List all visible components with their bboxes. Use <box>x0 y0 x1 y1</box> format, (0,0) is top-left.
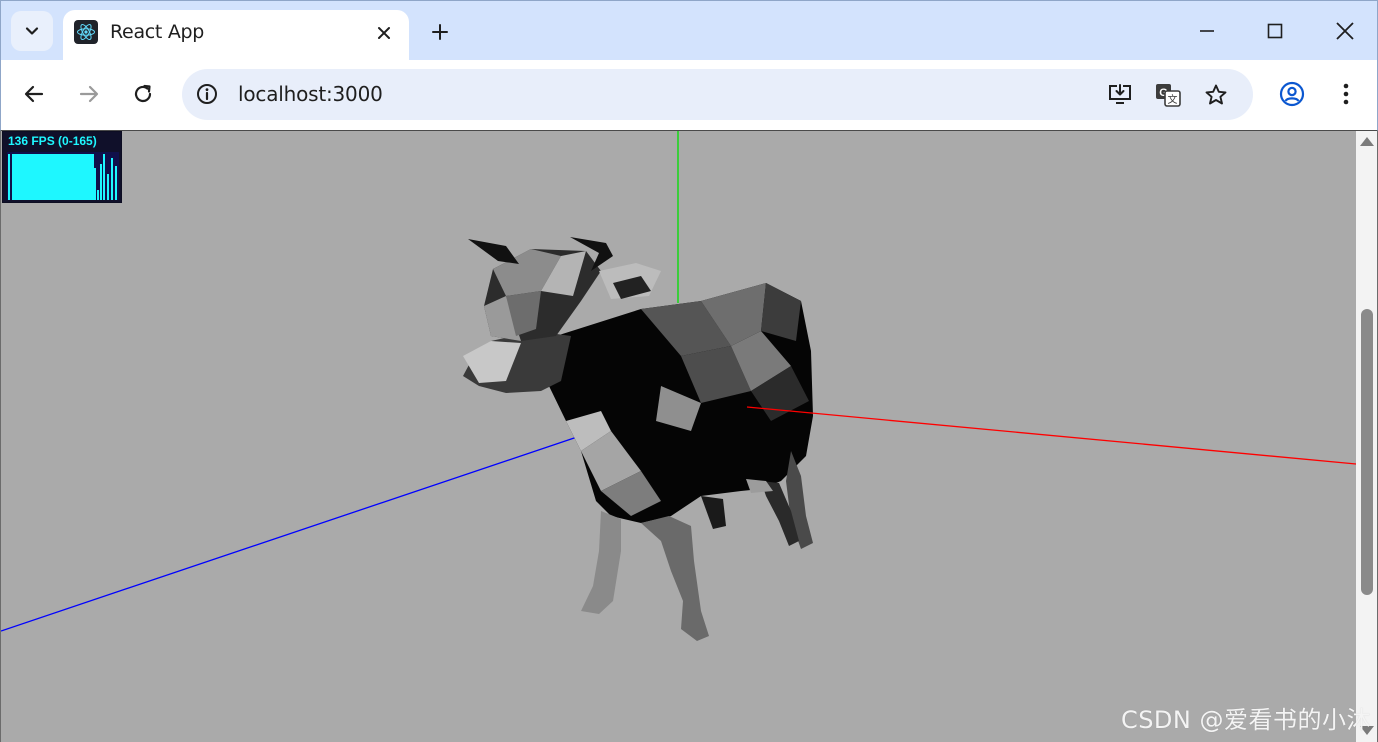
vertical-scrollbar[interactable] <box>1356 131 1377 742</box>
minimize-icon <box>1200 30 1214 32</box>
maximize-button[interactable] <box>1259 15 1291 47</box>
profile-icon <box>1279 81 1305 107</box>
address-bar[interactable]: localhost:3000 G 文 <box>182 69 1253 120</box>
back-button[interactable] <box>17 77 51 111</box>
tab-react-app[interactable]: React App <box>63 10 409 61</box>
translate-button[interactable]: G 文 <box>1154 81 1182 109</box>
browser-toolbar: localhost:3000 G 文 <box>0 60 1378 131</box>
tab-strip: React App <box>0 0 1378 61</box>
plus-icon <box>432 24 448 40</box>
react-logo-icon <box>74 20 98 44</box>
minimize-button[interactable] <box>1191 15 1223 47</box>
tab-search-button[interactable] <box>11 11 53 51</box>
page-viewport: 136 FPS (0-165) CSDN @爱看书的小沐 <box>0 131 1378 742</box>
threejs-canvas[interactable] <box>1 131 1356 742</box>
maximize-icon <box>1267 23 1283 39</box>
scroll-up-arrow-icon[interactable] <box>1360 137 1374 146</box>
svg-text:文: 文 <box>1168 93 1178 106</box>
fps-graph <box>7 152 119 200</box>
forward-button[interactable] <box>72 77 106 111</box>
install-app-button[interactable] <box>1106 81 1134 109</box>
arrow-right-icon <box>79 85 99 103</box>
profile-button[interactable] <box>1275 77 1309 111</box>
menu-button[interactable] <box>1329 77 1363 111</box>
fps-stats-panel[interactable]: 136 FPS (0-165) <box>2 131 122 203</box>
tab-title: React App <box>110 21 205 43</box>
close-window-button[interactable] <box>1329 15 1361 47</box>
install-app-icon <box>1109 84 1131 104</box>
reload-icon <box>134 84 152 103</box>
close-tab-button[interactable] <box>371 20 397 46</box>
fps-label: 136 FPS (0-165) <box>8 134 97 148</box>
chevron-down-icon <box>25 27 39 35</box>
info-icon <box>197 84 217 104</box>
more-vert-icon <box>1343 83 1349 105</box>
scroll-thumb[interactable] <box>1361 309 1373 595</box>
new-tab-button[interactable] <box>425 17 455 47</box>
arrow-left-icon <box>24 85 44 103</box>
close-icon <box>1336 22 1354 40</box>
close-icon <box>378 27 390 39</box>
site-info-button[interactable] <box>194 81 220 107</box>
bookmark-button[interactable] <box>1202 81 1230 109</box>
url-text[interactable]: localhost:3000 <box>238 82 383 106</box>
star-icon <box>1205 84 1227 105</box>
translate-icon: G 文 <box>1156 84 1181 107</box>
watermark: CSDN @爱看书的小沐 <box>1120 706 1371 734</box>
reload-button[interactable] <box>126 77 160 111</box>
